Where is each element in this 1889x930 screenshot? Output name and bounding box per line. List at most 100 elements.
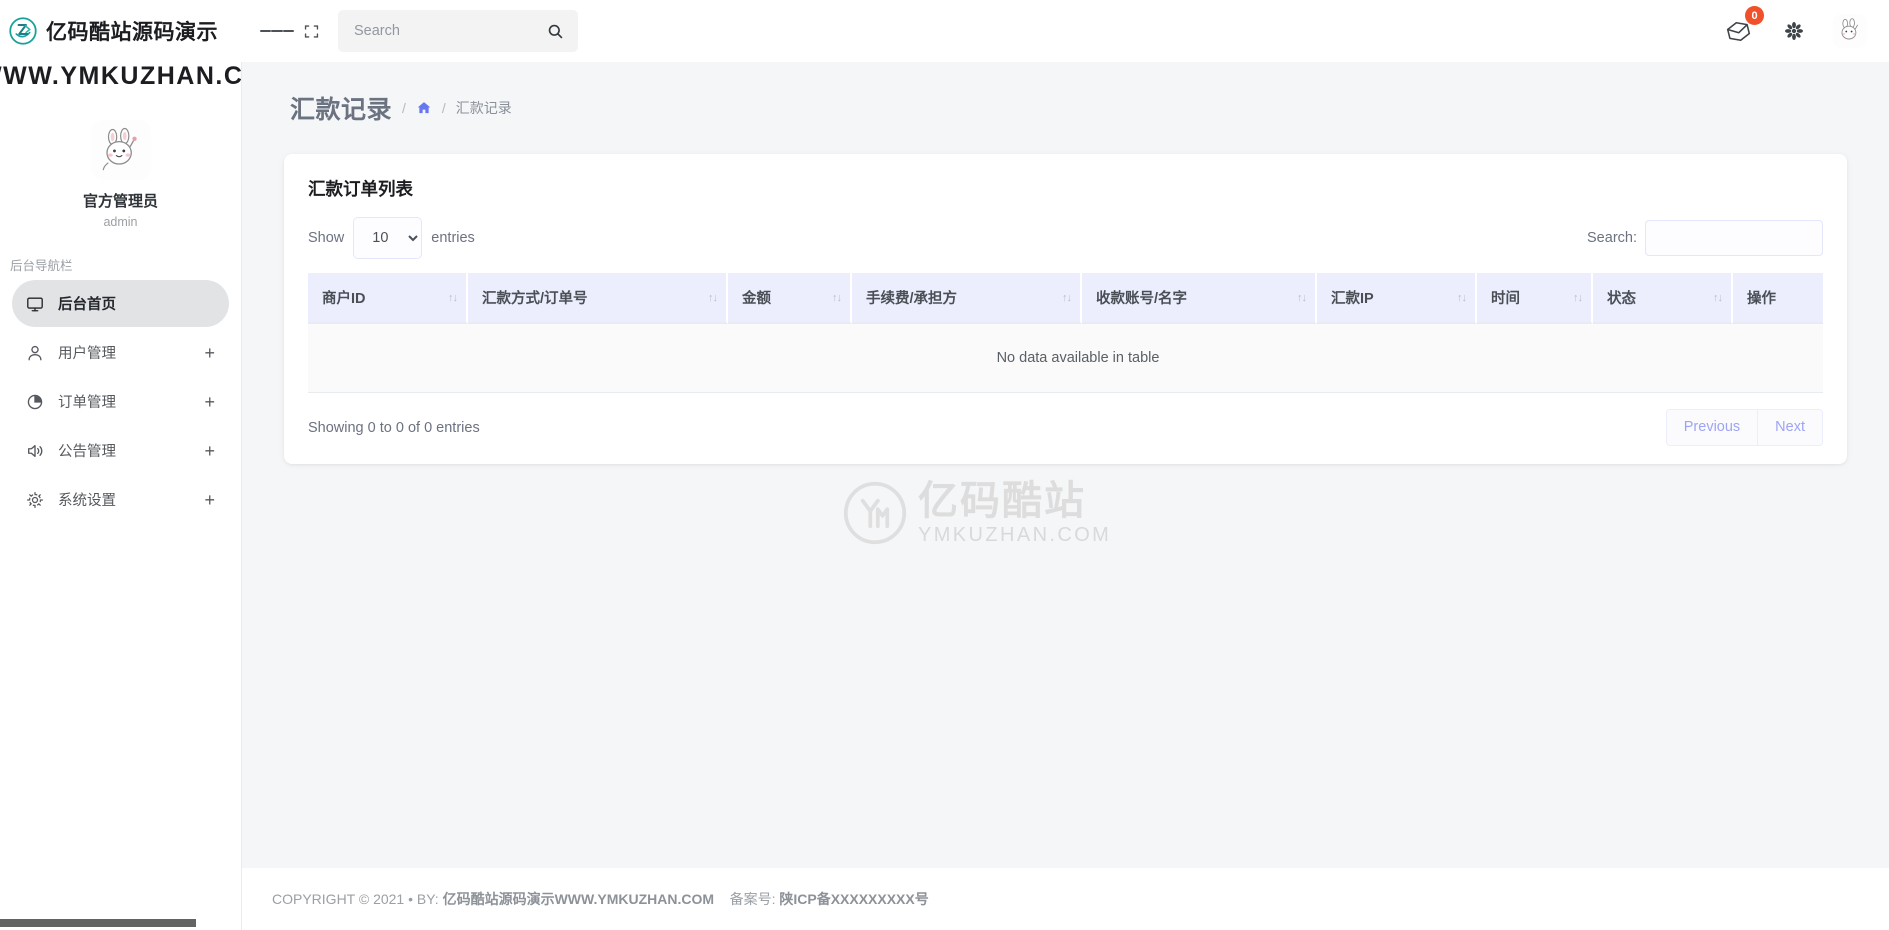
ym-watermark-icon — [842, 480, 908, 546]
column-label: 状态 — [1607, 291, 1636, 307]
page-watermark: 亿码酷站 YMKUZHAN.COM — [842, 480, 1111, 546]
column-label: 操作 — [1747, 291, 1776, 307]
sidebar-item-label: 用户管理 — [58, 346, 116, 362]
sort-both-icon[interactable]: ↑↓ — [1573, 292, 1583, 304]
brand-title: 亿码酷站源码演示 — [46, 21, 218, 44]
sidebar-horizontal-scrollbar[interactable] — [0, 919, 196, 927]
breadcrumb-separator: / — [441, 100, 446, 116]
fullscreen-icon[interactable] — [294, 14, 328, 48]
watermark-en: YMKUZHAN.COM — [918, 524, 1112, 546]
sidebar-item-label: 公告管理 — [58, 444, 116, 460]
footer-icp-value: 陕ICP备XXXXXXXXX号 — [779, 891, 929, 907]
column-header-status[interactable]: 状态 ↑↓ — [1593, 273, 1733, 324]
sort-both-icon[interactable]: ↑↓ — [832, 292, 842, 304]
sort-both-icon[interactable]: ↑↓ — [708, 292, 718, 304]
datatable-search-control: Search: — [1587, 220, 1823, 256]
page-title: 汇款记录 — [290, 96, 393, 124]
watermark-cn: 亿码酷站 — [918, 479, 1086, 523]
user-avatar-icon[interactable] — [90, 120, 151, 180]
card-body: Show 10 25 50 100 entries Search: — [284, 217, 1847, 447]
sidebar-user-name: 官方管理员 — [82, 193, 158, 210]
messages-button[interactable]: 0 — [1721, 6, 1764, 48]
pagination-next-button[interactable]: Next — [1757, 409, 1823, 447]
page-header: 汇款记录 / / 汇款记录 — [242, 62, 1889, 126]
admin-dashboard-page: 亿码酷站源码演示 WWW.YMKUZHAN.COM — [0, 0, 1889, 930]
table-empty-message: No data available in table — [308, 324, 1823, 393]
sidebar-site-url: WWW.YMKUZHAN.COM — [0, 62, 242, 90]
page-length-select[interactable]: 10 25 50 100 — [353, 217, 423, 259]
remittance-orders-table: 商户ID ↑↓ 汇款方式/订单号 ↑↓ 金额 ↑↓ 手续费/承担方 ↑↓ 收款账… — [308, 273, 1823, 393]
user-avatar-icon[interactable] — [1833, 14, 1867, 48]
datatable-info: Showing 0 to 0 of 0 entries — [308, 419, 480, 436]
column-header-action[interactable]: 操作 ↑↓ — [1733, 273, 1823, 324]
footer-text: COPYRIGHT © 2021 • BY: 亿码酷站源码演示WWW.YMKUZ… — [272, 889, 929, 909]
sidebar-nav-list: 后台首页 用户管理 + 订单管理 + 公告管理 + 系统设置 + — [0, 280, 241, 523]
column-label: 手续费/承担方 — [866, 291, 958, 307]
sidebar-nav-heading: 后台导航栏 — [10, 259, 73, 273]
column-label: 汇款IP — [1331, 291, 1374, 307]
column-label: 商户ID — [322, 291, 366, 307]
card-header: 汇款订单列表 — [284, 154, 1847, 217]
column-label: 金额 — [742, 291, 771, 307]
column-header-remittance-method-order-no[interactable]: 汇款方式/订单号 ↑↓ — [468, 273, 728, 324]
column-label: 汇款方式/订单号 — [482, 291, 588, 307]
search-input[interactable] — [352, 22, 547, 40]
column-label: 收款账号/名字 — [1096, 291, 1188, 307]
sidebar-item-user-management[interactable]: 用户管理 + — [12, 329, 229, 376]
table-header-row: 商户ID ↑↓ 汇款方式/订单号 ↑↓ 金额 ↑↓ 手续费/承担方 ↑↓ 收款账… — [308, 273, 1823, 324]
sort-both-icon[interactable]: ↑↓ — [1297, 292, 1307, 304]
column-header-receiving-account-name[interactable]: 收款账号/名字 ↑↓ — [1082, 273, 1317, 324]
gear-icon — [26, 491, 44, 509]
expand-plus-icon[interactable]: + — [204, 344, 215, 362]
sidebar-item-announcement-management[interactable]: 公告管理 + — [12, 427, 229, 474]
card-title: 汇款订单列表 — [308, 179, 413, 199]
datatable-footer: Showing 0 to 0 of 0 entries Previous Nex… — [308, 409, 1823, 447]
column-header-amount[interactable]: 金额 ↑↓ — [728, 273, 852, 324]
table-empty-row: No data available in table — [308, 324, 1823, 393]
sidebar-user-role: admin — [103, 215, 138, 229]
sort-both-icon[interactable]: ↑↓ — [1457, 292, 1467, 304]
pie-chart-icon — [26, 393, 44, 411]
sort-both-icon[interactable]: ↑↓ — [1062, 292, 1072, 304]
sidebar-item-dashboard[interactable]: 后台首页 — [12, 280, 229, 327]
datatable-search-input[interactable] — [1645, 220, 1823, 256]
datatable-controls: Show 10 25 50 100 entries Search: — [308, 217, 1823, 259]
user-icon — [26, 344, 44, 362]
expand-plus-icon[interactable]: + — [204, 393, 215, 411]
breadcrumb-current: 汇款记录 — [455, 100, 512, 116]
apps-grid-icon[interactable] — [1777, 14, 1811, 48]
sidebar-user-block: 官方管理员 admin — [0, 120, 241, 229]
search-icon[interactable] — [547, 23, 564, 40]
footer-by-label: BY: — [416, 891, 439, 907]
search-label: Search: — [1587, 230, 1637, 246]
sort-both-icon[interactable]: ↑↓ — [448, 292, 458, 304]
column-header-merchant-id[interactable]: 商户ID ↑↓ — [308, 273, 468, 324]
expand-plus-icon[interactable]: + — [204, 491, 215, 509]
footer-copyright: COPYRIGHT © 2021 — [272, 891, 405, 907]
remittance-orders-card: 汇款订单列表 Show 10 25 50 100 entries — [284, 154, 1847, 465]
hamburger-menu-icon[interactable] — [260, 14, 294, 48]
column-header-fee-bearer[interactable]: 手续费/承担方 ↑↓ — [852, 273, 1082, 324]
footer-dot: • — [408, 891, 414, 907]
page-footer: COPYRIGHT © 2021 • BY: 亿码酷站源码演示WWW.YMKUZ… — [242, 868, 1889, 930]
sort-both-icon[interactable]: ↑↓ — [1713, 292, 1723, 304]
pagination-previous-button[interactable]: Previous — [1665, 409, 1758, 447]
table-body: No data available in table — [308, 324, 1823, 393]
brand-logo-bar[interactable]: 亿码酷站源码演示 — [0, 0, 242, 62]
sidebar-item-order-management[interactable]: 订单管理 + — [12, 378, 229, 425]
sidebar-item-label: 后台首页 — [58, 297, 116, 313]
column-header-time[interactable]: 时间 ↑↓ — [1477, 273, 1593, 324]
sidebar-item-label: 订单管理 — [58, 395, 116, 411]
home-icon[interactable] — [416, 100, 432, 116]
table-scroll-container[interactable]: 商户ID ↑↓ 汇款方式/订单号 ↑↓ 金额 ↑↓ 手续费/承担方 ↑↓ 收款账… — [308, 273, 1823, 393]
main-content: 汇款记录 / / 汇款记录 汇款订单列表 Show 10 entries Sea… — [242, 62, 1889, 868]
expand-plus-icon[interactable]: + — [204, 442, 215, 460]
sidebar-item-system-settings[interactable]: 系统设置 + — [12, 476, 229, 523]
column-label: 时间 — [1491, 291, 1520, 307]
column-header-remittance-ip[interactable]: 汇款IP ↑↓ — [1317, 273, 1477, 324]
entries-label: entries — [431, 230, 475, 246]
top-navigation-bar: 0 — [242, 0, 1889, 62]
sidebar-item-label: 系统设置 — [58, 493, 116, 509]
global-search-box[interactable] — [338, 10, 578, 52]
show-label: Show — [308, 230, 345, 246]
